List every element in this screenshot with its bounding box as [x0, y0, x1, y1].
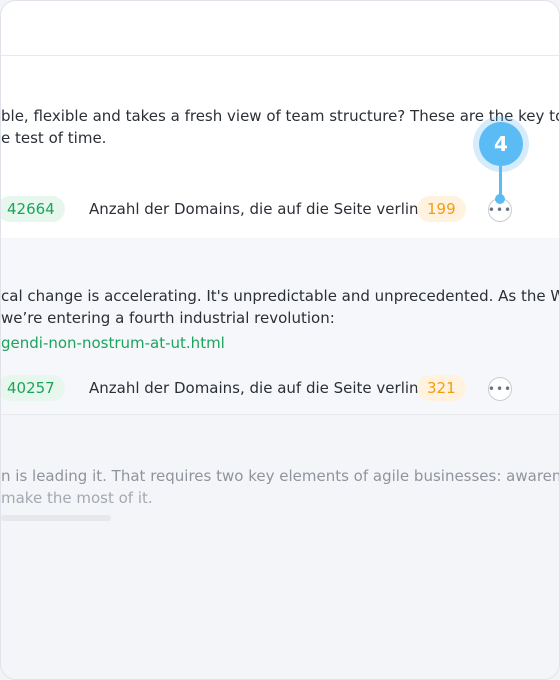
placeholder-line — [1, 515, 111, 521]
result-snippet-line2: we’re entering a fourth industrial revol… — [1, 309, 335, 327]
result-snippet-line2: make the most of it. — [1, 489, 153, 507]
backlinks-count-badge: 40257 — [1, 375, 65, 401]
result-snippet-line1: ble, flexible and takes a fresh view of … — [1, 107, 559, 125]
domains-count-badge: 199 — [417, 196, 466, 222]
top-bar — [1, 1, 559, 56]
more-dots-icon: ••• — [487, 382, 513, 396]
backlinks-count-badge: 42664 — [1, 196, 65, 222]
result-card-3: n is leading it. That requires two key e… — [1, 415, 559, 679]
result-card-2: cal change is accelerating. It's unpredi… — [1, 239, 559, 415]
more-dots-icon: ••• — [487, 203, 513, 217]
result-snippet-line1: n is leading it. That requires two key e… — [1, 467, 559, 485]
step-connector-dot — [495, 194, 505, 204]
step-badge[interactable]: 4 — [479, 122, 523, 166]
metric-label: Anzahl der Domains, die auf die Seite ve… — [89, 379, 446, 397]
domains-count-badge: 321 — [417, 375, 466, 401]
more-options-button[interactable]: ••• — [488, 377, 512, 401]
app-frame: ble, flexible and takes a fresh view of … — [0, 0, 560, 680]
step-connector-line — [499, 166, 502, 196]
result-url-link[interactable]: gendi-non-nostrum-at-ut.html — [1, 332, 225, 354]
result-snippet-line1: cal change is accelerating. It's unpredi… — [1, 287, 559, 305]
metric-label: Anzahl der Domains, die auf die Seite ve… — [89, 200, 446, 218]
